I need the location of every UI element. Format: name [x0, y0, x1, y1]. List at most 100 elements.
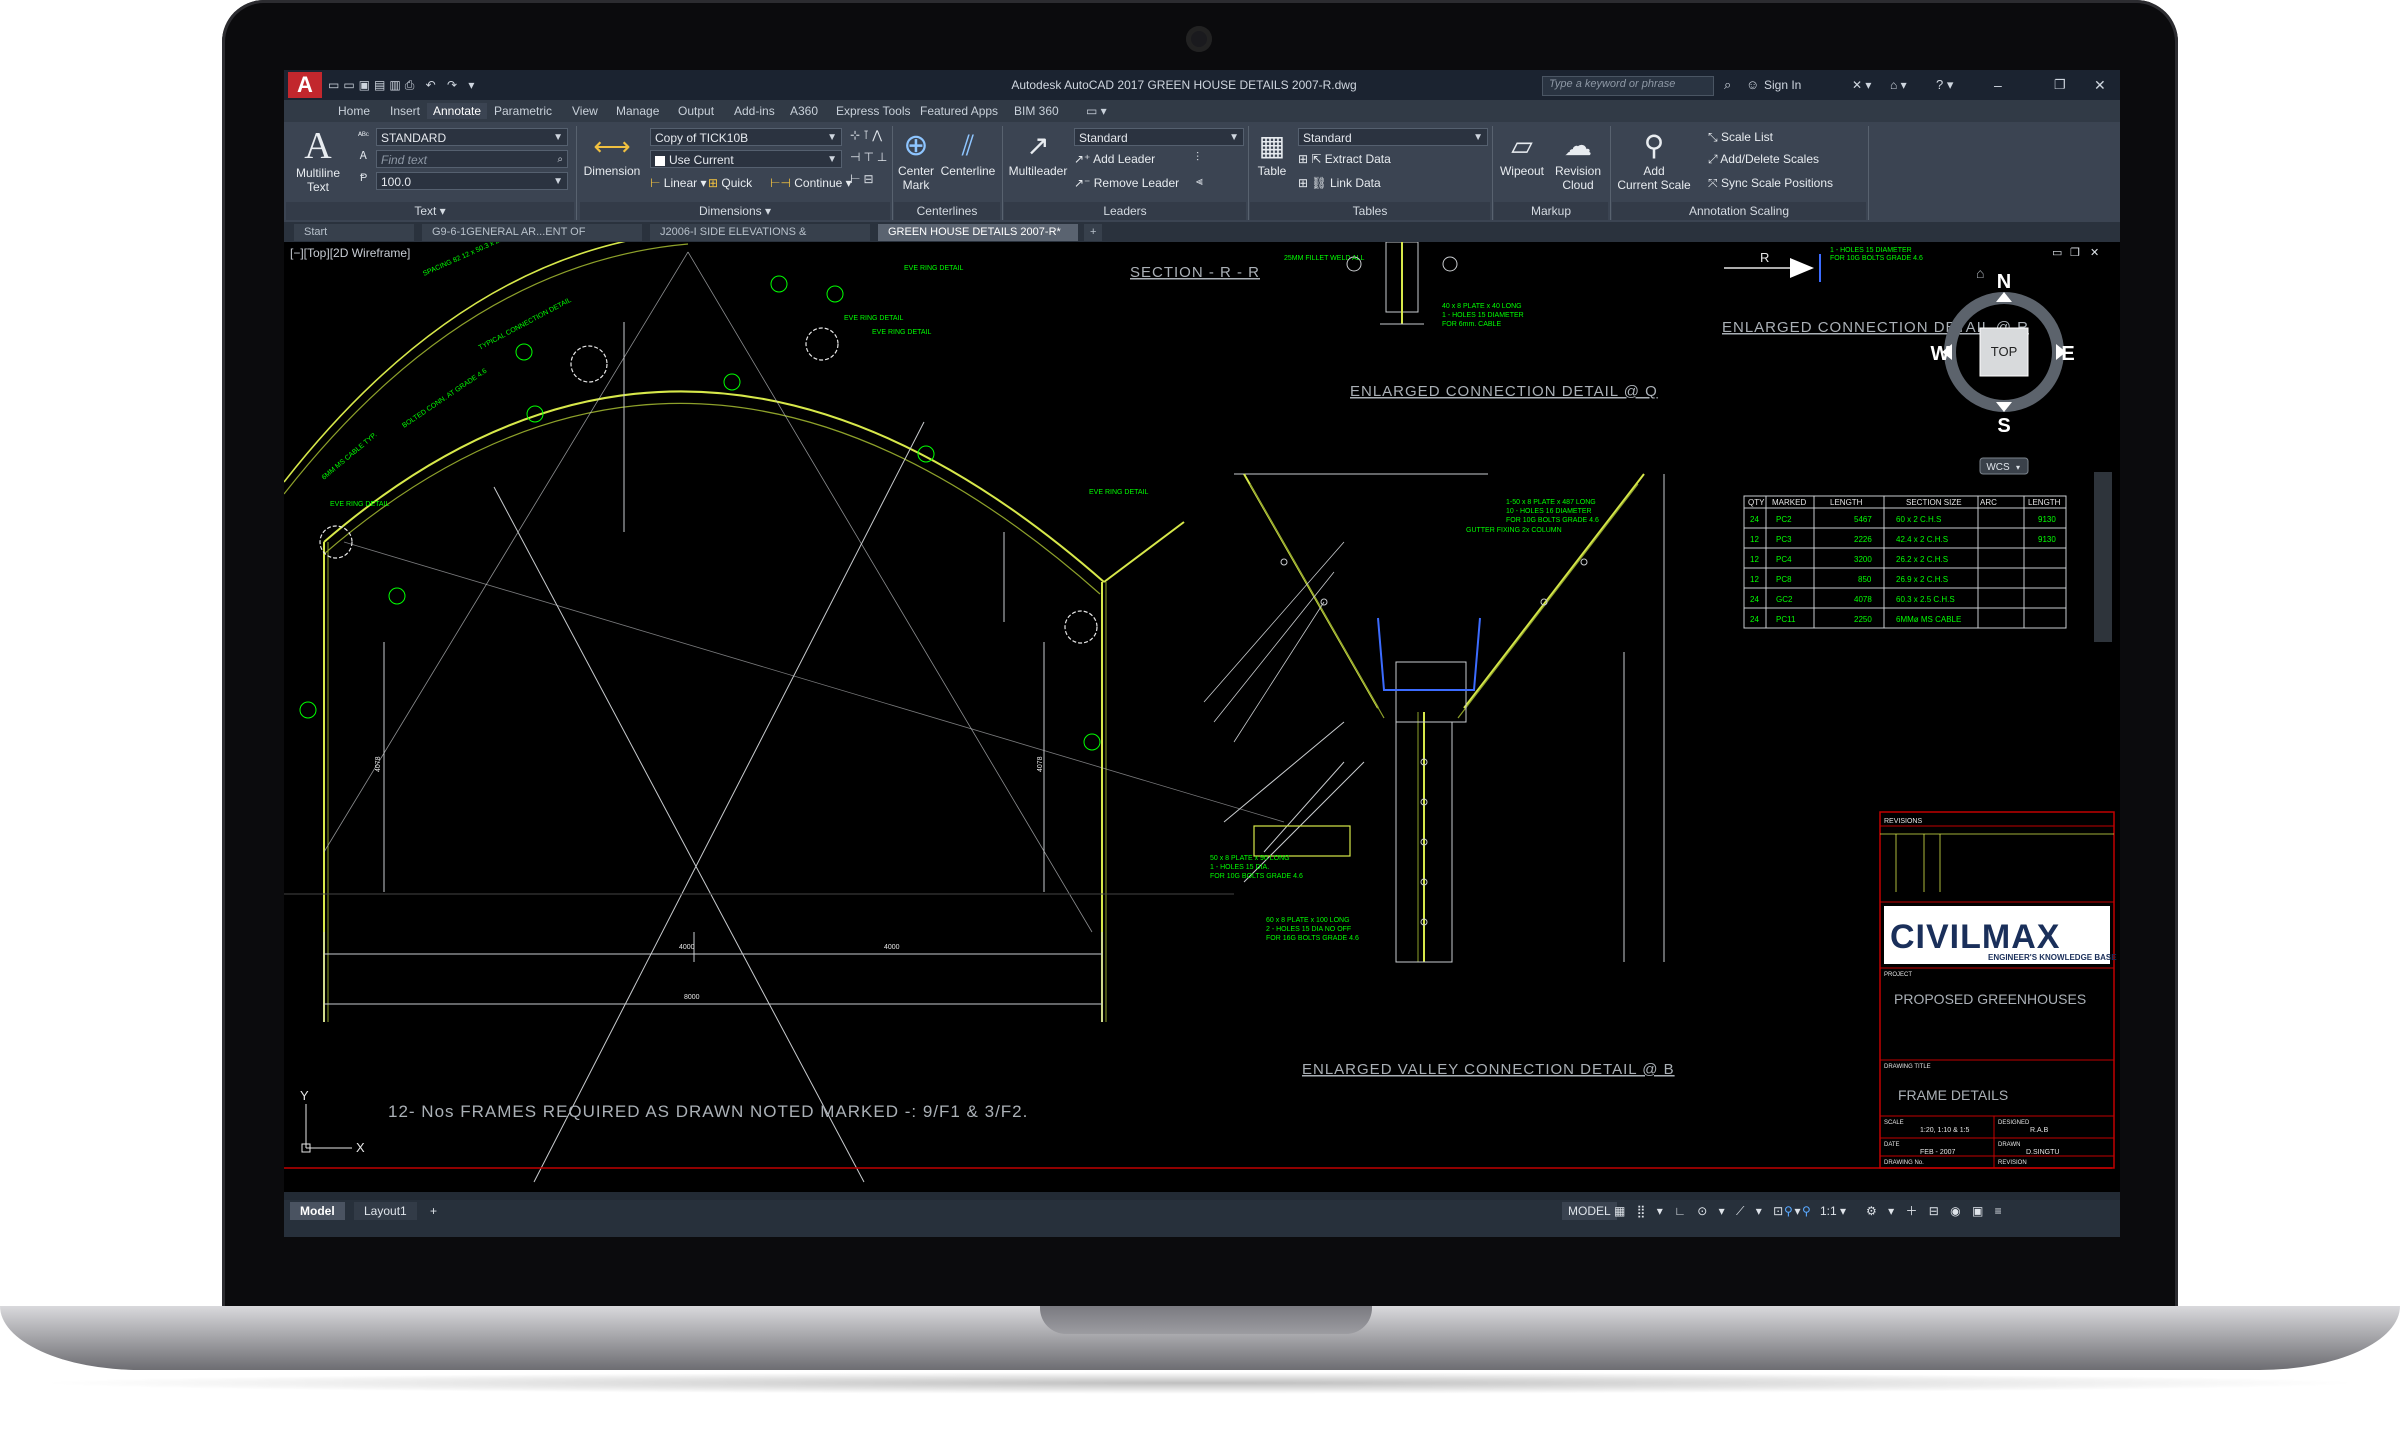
viewcube[interactable]: TOP N S E W ⌂ WCS ▾: [1931, 265, 2075, 475]
align-leaders-icon[interactable]: ⫶: [1196, 150, 1199, 165]
linear-button[interactable]: ⊢ Linear ▾: [650, 174, 707, 192]
centerlines-panel-label[interactable]: Centerlines: [894, 202, 1000, 220]
restore-icon[interactable]: ❐: [2054, 72, 2066, 98]
quick-access-toolbar[interactable]: ▭▭▣▤▥⎙ ↶ ↷ ▾: [328, 72, 478, 98]
tab-model[interactable]: Model: [290, 1202, 345, 1220]
workspace-icons[interactable]: ⚙ ▾ ＋ ⊟ ◉ ▣ ≡: [1866, 1202, 2006, 1220]
dimension-style-combo[interactable]: Copy of TICK10B ▼: [650, 128, 842, 146]
continue-dimension-button[interactable]: ⊢⊣ Continue ▾: [770, 174, 852, 192]
home-view-icon[interactable]: ⌂: [1976, 265, 1984, 281]
scale-list-button[interactable]: ⤡ Scale List: [1708, 128, 1773, 146]
annotation-scaling-panel-label[interactable]: Annotation Scaling: [1612, 202, 1866, 220]
chevron-down-icon: ▼: [1229, 132, 1239, 143]
svg-text:TYPICAL CONNECTION DETAIL: TYPICAL CONNECTION DETAIL: [478, 297, 573, 352]
leader-style-combo[interactable]: Standard ▼: [1074, 128, 1244, 146]
compass-north[interactable]: N: [1997, 271, 2011, 293]
help-icon[interactable]: ? ▾: [1936, 72, 1953, 98]
file-tab-steelwork[interactable]: G9-6-1GENERAL AR...ENT OF STEELWORK*: [422, 224, 642, 255]
table-style-combo[interactable]: Standard ▼: [1298, 128, 1488, 146]
text-height-combo[interactable]: 100.0 ▼: [376, 172, 568, 190]
add-delete-scales-button[interactable]: ⤢ Add/Delete Scales: [1708, 150, 1819, 168]
tab-express-tools[interactable]: Express Tools: [830, 103, 916, 119]
viewport-label[interactable]: [−][Top][2D Wireframe]: [290, 246, 410, 260]
multileader-button[interactable]: ↗ Multileader: [1006, 128, 1070, 178]
schedule-header-length: LENGTH: [1830, 498, 1863, 507]
file-tab-elevations[interactable]: J2006-I SIDE ELEVATIONS & SECTIONS*: [650, 224, 870, 255]
dimension-tools-icons[interactable]: ⊹⊺⋀: [850, 128, 885, 142]
dimension-layer-combo[interactable]: Use Current ▼: [650, 150, 842, 168]
viewport-minimize-icon[interactable]: ▭: [2052, 247, 2062, 259]
search-input[interactable]: Type a keyword or phrase: [1542, 76, 1714, 96]
tab-featured-apps[interactable]: Featured Apps: [914, 103, 1004, 119]
multiline-text-button[interactable]: A Multiline Text: [292, 126, 344, 194]
tab-manage[interactable]: Manage: [610, 103, 665, 119]
centerline-button[interactable]: ⫽ Centerline: [938, 128, 998, 178]
tab-bim-360[interactable]: BIM 360: [1008, 103, 1065, 119]
add-current-scale-button[interactable]: ⚲ Add Current Scale: [1614, 128, 1694, 192]
tab-annotate[interactable]: Annotate: [427, 103, 488, 119]
tab-layout1[interactable]: Layout1: [354, 1202, 417, 1220]
close-icon[interactable]: ✕: [2094, 72, 2106, 98]
sign-in-button[interactable]: Sign In: [1764, 72, 1801, 98]
ribbon-toggle-icon[interactable]: ▭ ▾: [1080, 103, 1113, 119]
center-mark-button[interactable]: ⊕ Center Mark: [896, 128, 936, 192]
tables-panel-label[interactable]: Tables: [1250, 202, 1490, 220]
exchange-icon[interactable]: ✕ ▾: [1852, 72, 1871, 98]
auto-scale-icon[interactable]: ⚲: [1802, 1202, 1811, 1220]
tab-parametric[interactable]: Parametric: [488, 103, 558, 119]
tab-home[interactable]: Home: [332, 103, 376, 119]
tab-add-ins[interactable]: Add-ins: [728, 103, 781, 119]
annotation-scale[interactable]: 1:1 ▾: [1820, 1202, 1846, 1220]
application-menu-button[interactable]: A: [288, 72, 322, 98]
link-data-label: Link Data: [1329, 176, 1381, 190]
layout-strip: [284, 1192, 2120, 1200]
dimension-button[interactable]: ⟷ Dimension: [580, 128, 644, 178]
file-tab-start[interactable]: Start: [294, 224, 414, 241]
separator: [892, 126, 893, 220]
revision-cloud-button[interactable]: ☁ Revision Cloud: [1550, 128, 1606, 192]
dimension-tools-icons-2[interactable]: ⊣⊤⊥: [850, 150, 890, 164]
file-tab-greenhouse[interactable]: GREEN HOUSE DETAILS 2007-R*: [878, 224, 1078, 241]
viewport-restore-icon[interactable]: ❐: [2070, 247, 2080, 259]
add-leader-button[interactable]: ↗⁺ Add Leader: [1074, 150, 1155, 168]
tab-insert[interactable]: Insert: [384, 103, 426, 119]
compass-south[interactable]: S: [1997, 415, 2010, 437]
sync-scale-positions-button[interactable]: ⤧ Sync Scale Positions: [1708, 174, 1833, 192]
navigation-bar[interactable]: [2094, 472, 2112, 642]
collect-leaders-icon[interactable]: ⫷: [1196, 174, 1203, 189]
svg-text:50 x 8 PLATE x 90 LONG: 50 x 8 PLATE x 90 LONG: [1210, 855, 1290, 862]
table-style-value: Standard: [1303, 131, 1352, 145]
svg-text:EVE RING DETAIL: EVE RING DETAIL: [330, 501, 389, 508]
schedule-headers: QTY MARKED LENGTH SECTION SIZE ARC LENGT…: [1748, 498, 2061, 507]
wipeout-button[interactable]: ▱ Wipeout: [1496, 128, 1548, 178]
separator: [576, 126, 577, 220]
text-style-value: STANDARD: [381, 131, 447, 145]
a360-icon[interactable]: ⌂ ▾: [1890, 72, 1907, 98]
leaders-panel-label[interactable]: Leaders: [1004, 202, 1246, 220]
new-layout-button[interactable]: +: [424, 1202, 443, 1220]
drawing-canvas[interactable]: [−][Top][2D Wireframe] SPACING 82 12 x 5…: [284, 242, 2120, 1192]
grid-snap-icons[interactable]: ▦ ⣿ ▾ ∟ ⊙ ▾ ⟋ ▾ ⊡ ▾: [1614, 1202, 1804, 1220]
table-button[interactable]: ▦ Table: [1252, 128, 1292, 178]
annotation-visibility-icon[interactable]: ⚲: [1784, 1202, 1793, 1220]
tab-a360[interactable]: A360: [784, 103, 824, 119]
quick-dimension-icon: ⊞: [708, 176, 722, 190]
dimension-tools-icons-3[interactable]: ⊢⊟: [850, 172, 877, 186]
remove-leader-button[interactable]: ↗⁻ Remove Leader: [1074, 174, 1179, 192]
model-space-button[interactable]: MODEL: [1562, 1202, 1617, 1220]
find-text-input[interactable]: Find text ⌕: [376, 150, 568, 168]
new-tab-button[interactable]: +: [1084, 224, 1103, 241]
title-block-fields: SCALE 1:20, 1:10 & 1:5 DESIGNED R.A.B DA…: [1884, 1120, 2059, 1166]
binoculars-icon[interactable]: ⌕: [1724, 72, 1731, 98]
tab-view[interactable]: View: [566, 103, 604, 119]
text-panel-label[interactable]: Text ▾: [286, 202, 574, 220]
extract-data-button[interactable]: ⊞ ⇱ Extract Data: [1298, 150, 1391, 168]
markup-panel-label[interactable]: Markup: [1494, 202, 1608, 220]
text-style-combo[interactable]: STANDARD ▼: [376, 128, 568, 146]
minimize-icon[interactable]: –: [1994, 72, 2002, 98]
quick-dimension-button[interactable]: ⊞ Quick: [708, 174, 752, 192]
dimensions-panel-label[interactable]: Dimensions ▾: [580, 202, 890, 220]
tab-output[interactable]: Output: [672, 103, 720, 119]
link-data-button[interactable]: ⊞ ⛓ Link Data: [1298, 174, 1381, 192]
viewport-close-icon[interactable]: ✕: [2090, 247, 2099, 259]
